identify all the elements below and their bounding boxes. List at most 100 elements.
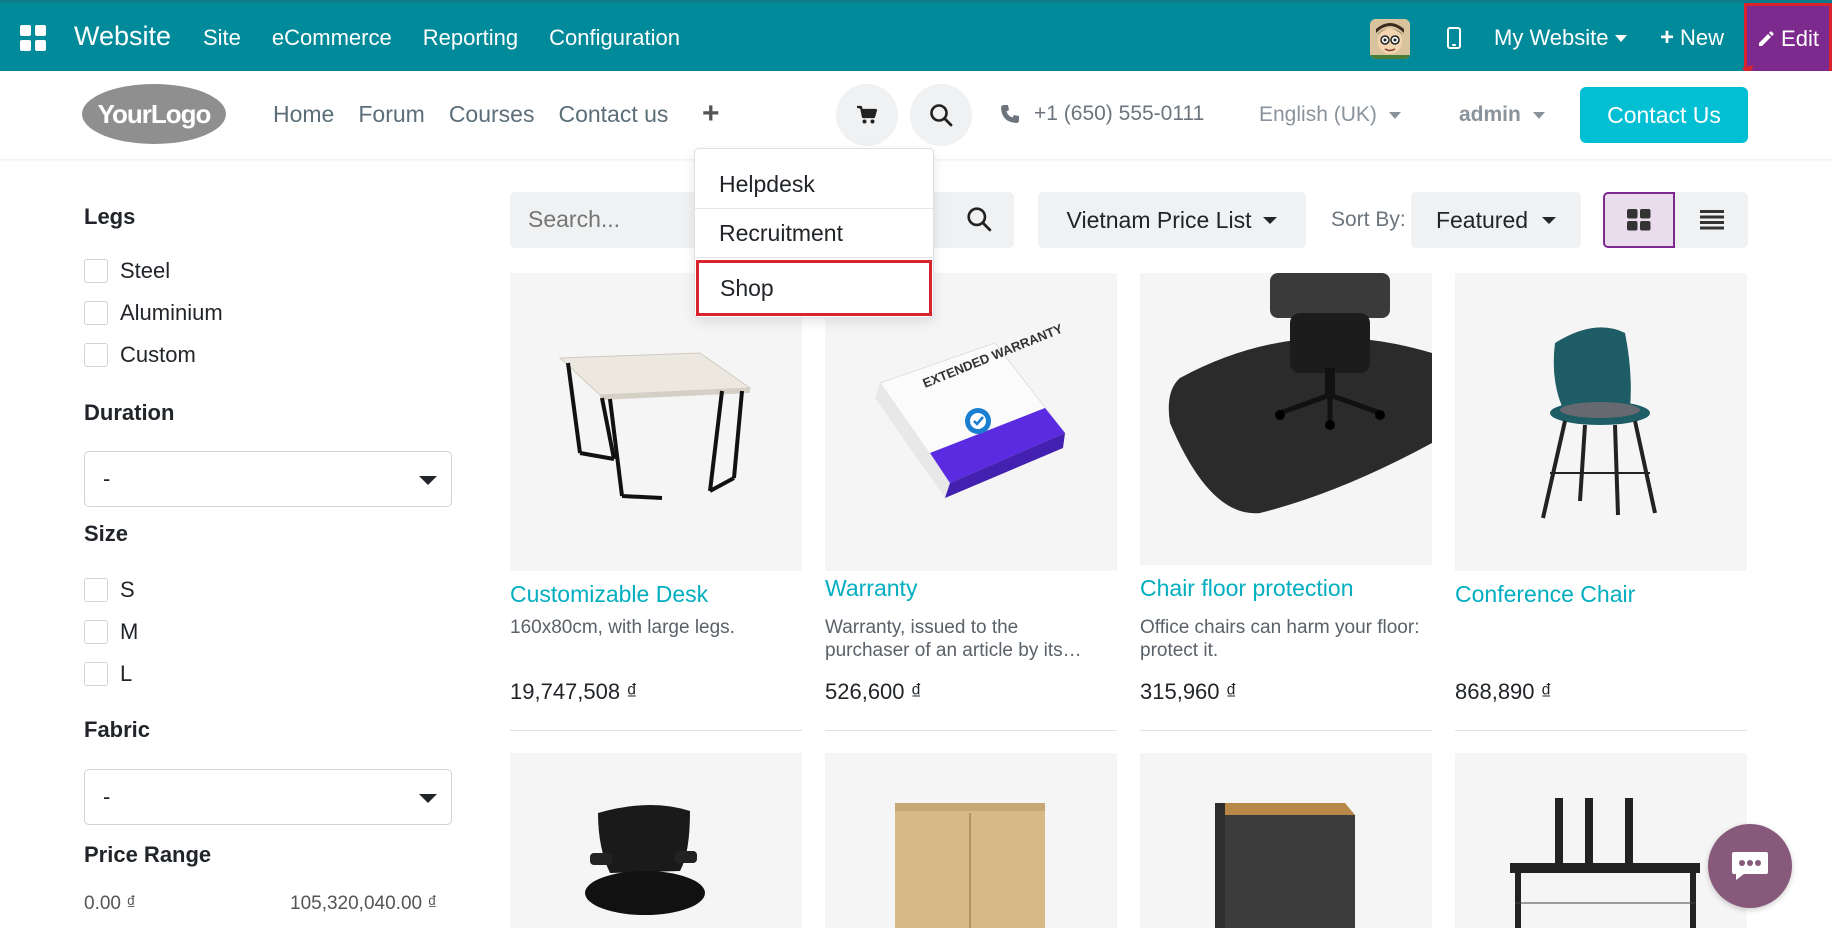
product-card[interactable] <box>825 753 1117 928</box>
phone-contact[interactable]: +1 (650) 555-0111 <box>1000 102 1204 126</box>
filter-size-title: Size <box>84 521 129 546</box>
checkbox[interactable] <box>84 301 108 325</box>
price-range-max: 105,320,040.00 ₫ <box>290 893 438 914</box>
dropdown-item-helpdesk[interactable]: Helpdesk <box>695 161 933 209</box>
add-menu-plus-icon[interactable]: + <box>702 97 720 131</box>
filter-duration-title: Duration <box>84 400 175 425</box>
product-description: 160x80cm, with large legs. <box>510 617 735 638</box>
product-price: 19,747,508 ₫ <box>510 679 638 704</box>
product-name[interactable]: Conference Chair <box>1455 581 1635 608</box>
menu-reporting[interactable]: Reporting <box>423 25 518 51</box>
chevron-down-icon <box>1388 111 1401 119</box>
dropdown-item-recruitment[interactable]: Recruitment <box>695 210 933 258</box>
chevron-down-icon <box>1532 111 1545 119</box>
checkbox-label: M <box>120 619 139 644</box>
product-price: 868,890 ₫ <box>1455 679 1552 704</box>
chevron-down-icon <box>1542 216 1557 224</box>
live-chat-button[interactable] <box>1708 824 1792 908</box>
menu-configuration[interactable]: Configuration <box>549 25 680 51</box>
filter-legs-aluminium[interactable]: Aluminium <box>84 300 223 326</box>
product-price: 526,600 ₫ <box>825 679 922 704</box>
site-nav: Home Forum Courses Contact us <box>273 101 668 128</box>
duration-select[interactable]: - <box>84 451 452 507</box>
product-card[interactable] <box>1455 753 1747 928</box>
product-card[interactable]: Chair floor protection Office chairs can… <box>1140 273 1432 731</box>
dropdown-item-shop[interactable]: Shop <box>696 260 932 316</box>
nav-dropdown-menu: Helpdesk Recruitment Shop <box>694 148 934 318</box>
search-icon[interactable] <box>966 206 992 232</box>
chevron-down-icon <box>1263 216 1278 224</box>
mobile-preview-icon[interactable] <box>1447 27 1461 49</box>
nav-home[interactable]: Home <box>273 101 334 128</box>
header-search-button[interactable] <box>910 84 972 146</box>
product-image-desk-combination[interactable] <box>1455 753 1747 928</box>
plus-icon: + <box>1660 24 1675 51</box>
checkbox[interactable] <box>84 259 108 283</box>
user-avatar[interactable] <box>1370 19 1410 59</box>
app-brand[interactable]: Website <box>74 21 171 52</box>
admin-top-bar: Website Site eCommerce Reporting Configu… <box>0 0 1832 74</box>
language-selector[interactable]: English (UK) <box>1259 103 1401 127</box>
nav-contact-us[interactable]: Contact us <box>558 101 668 128</box>
phone-number: +1 (650) 555-0111 <box>1034 102 1205 125</box>
product-image-office-chair[interactable] <box>510 753 802 928</box>
my-website-label: My Website <box>1494 25 1609 50</box>
sort-dropdown[interactable]: Featured <box>1411 192 1581 248</box>
language-label: English (UK) <box>1259 103 1377 126</box>
filter-legs-custom[interactable]: Custom <box>84 342 196 368</box>
product-card[interactable]: EXTENDED WARRANTY Warranty Warranty, iss… <box>825 273 1117 731</box>
edit-label: Edit <box>1781 25 1819 51</box>
user-name: admin <box>1459 103 1521 126</box>
fabric-value: - <box>103 784 111 809</box>
cart-icon <box>857 105 878 124</box>
checkbox[interactable] <box>84 578 108 602</box>
nav-forum[interactable]: Forum <box>358 101 424 128</box>
product-description: Warranty, issued to the purchaser of an … <box>825 617 1082 661</box>
product-image-drawer[interactable] <box>1140 753 1432 928</box>
chevron-down-icon <box>419 476 437 485</box>
product-card[interactable] <box>510 753 802 928</box>
product-card[interactable]: Conference Chair 868,890 ₫ <box>1455 273 1747 731</box>
checkbox[interactable] <box>84 343 108 367</box>
list-view-button[interactable] <box>1675 192 1748 248</box>
checkbox[interactable] <box>84 662 108 686</box>
menu-site[interactable]: Site <box>203 25 241 51</box>
fabric-select[interactable]: - <box>84 769 452 825</box>
duration-value: - <box>103 466 111 491</box>
contact-us-button[interactable]: Contact Us <box>1580 87 1748 143</box>
user-menu[interactable]: admin <box>1459 103 1545 127</box>
product-image-floor-protection[interactable] <box>1140 273 1432 565</box>
checkbox[interactable] <box>84 620 108 644</box>
product-price: 315,960 ₫ <box>1140 679 1237 704</box>
grid-view-icon <box>1627 209 1651 231</box>
cart-button[interactable] <box>836 84 898 146</box>
product-name[interactable]: Warranty <box>825 575 917 602</box>
filter-size-s[interactable]: S <box>84 577 135 603</box>
product-name[interactable]: Customizable Desk <box>510 581 708 608</box>
apps-grid-icon[interactable] <box>20 25 46 51</box>
filter-size-m[interactable]: M <box>84 619 138 645</box>
site-logo[interactable]: YourLogo <box>82 84 226 144</box>
filter-legs-steel[interactable]: Steel <box>84 258 170 284</box>
filter-fabric-title: Fabric <box>84 717 151 742</box>
filter-legs-title: Legs <box>84 204 136 229</box>
chevron-down-icon <box>1614 34 1627 42</box>
product-name[interactable]: Chair floor protection <box>1140 575 1354 602</box>
nav-courses[interactable]: Courses <box>449 101 535 128</box>
my-website-dropdown[interactable]: My Website <box>1494 25 1627 51</box>
product-image-cabinet[interactable] <box>825 753 1117 928</box>
filter-size-l[interactable]: L <box>84 661 132 687</box>
new-label: New <box>1680 25 1725 50</box>
pencil-icon <box>1759 30 1774 46</box>
new-button[interactable]: + New <box>1660 25 1724 51</box>
search-icon <box>930 104 953 127</box>
pricelist-dropdown[interactable]: Vietnam Price List <box>1038 192 1306 248</box>
product-image-conference-chair[interactable] <box>1455 273 1747 571</box>
product-card[interactable] <box>1140 753 1432 928</box>
grid-view-button[interactable] <box>1603 192 1675 248</box>
product-card[interactable]: Customizable Desk 160x80cm, with large l… <box>510 273 802 731</box>
checkbox-label: S <box>120 577 135 602</box>
menu-ecommerce[interactable]: eCommerce <box>272 25 392 51</box>
sort-by-label: Sort By: <box>1331 208 1406 231</box>
chevron-down-icon <box>419 794 437 803</box>
